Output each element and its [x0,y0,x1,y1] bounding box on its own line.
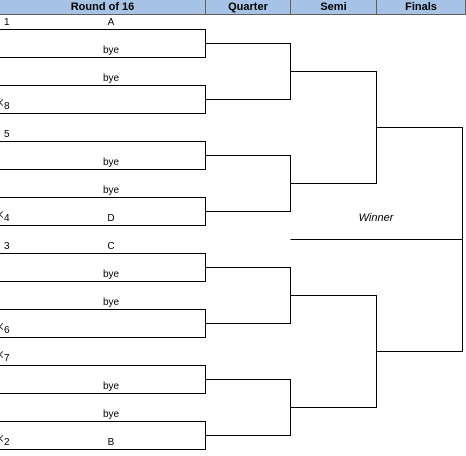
entry-team: bye [102,73,120,84]
r16-bracket-6 [0,309,206,338]
entry-team: B [107,437,115,448]
entry-team: bye [102,297,120,308]
sf-bracket-1 [290,71,377,184]
seed-label: 1 [4,17,10,28]
qf-bracket-2 [205,155,291,212]
sf-bracket-2 [290,295,377,408]
qf-bracket-3 [205,267,291,324]
qf-bracket-4 [205,379,291,436]
entry-team: bye [102,185,120,196]
entry-team: bye [102,157,120,168]
r16-bracket-2 [0,85,206,114]
seed-label: 5 [4,129,10,140]
winner-label: Winner [358,212,394,224]
entry-team: bye [102,409,120,420]
qf-bracket-1 [205,43,291,100]
entry-team: bye [102,269,120,280]
entry-team: bye [102,45,120,56]
seed-label: 3 [4,241,10,252]
entry-team: bye [102,381,120,392]
entry-team: A [107,17,115,28]
bracket-lines [0,29,463,450]
entry-team: D [107,213,115,224]
entry-team: C [107,241,115,252]
